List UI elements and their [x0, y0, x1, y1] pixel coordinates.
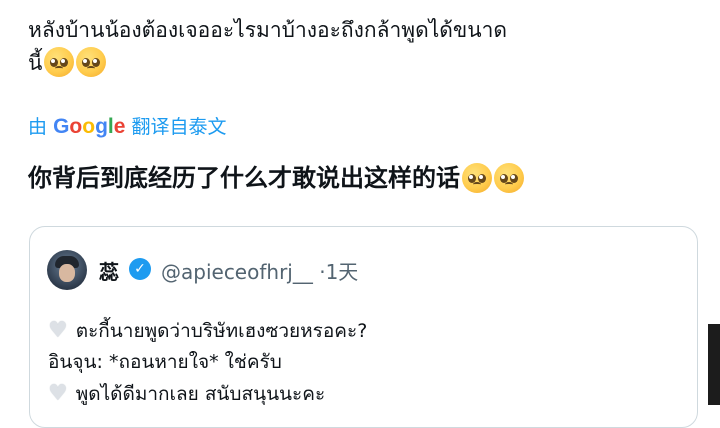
post-text: หลังบ้านน้องต้องเจออะไรมาบ้างอะถึงกล้าพู… — [28, 14, 708, 80]
pleading-face-icon — [44, 47, 75, 77]
quoted-line-text: อินจุน: *ถอนหายใจ* ใช่ครับ — [48, 351, 282, 373]
quoted-line-text: ตะกี้นายพูดว่าบริษัทเฮงซวยหรอคะ? — [75, 320, 368, 342]
quoted-line: ♥ ตะกี้นายพูดว่าบริษัทเฮงซวยหรอคะ? — [48, 315, 367, 347]
translated-by-google-link[interactable]: 由 Google 翻译自泰文 — [28, 112, 226, 139]
avatar[interactable] — [47, 250, 87, 290]
verified-badge-icon: ✓ — [129, 258, 151, 280]
quoted-post-body: ♥ ตะกี้นายพูดว่าบริษัทเฮงซวยหรอคะ? อินจุน… — [48, 315, 367, 410]
quoted-post-card[interactable]: 蕊 ✓ @apieceofhrj__ ·1天 ♥ ตะกี้นายพูดว่าบร… — [29, 226, 698, 428]
google-logo: Google — [53, 115, 126, 138]
white-heart-icon: ♥ — [48, 318, 68, 343]
quoted-author-name[interactable]: 蕊 — [99, 256, 119, 285]
quoted-line: อินจุน: *ถอนหายใจ* ใช่ครับ — [48, 347, 367, 378]
translate-prefix: 由 — [28, 116, 48, 138]
post-time[interactable]: 1天 — [326, 260, 359, 284]
quoted-author-meta: @apieceofhrj__ ·1天 — [161, 256, 358, 285]
quoted-line-text: พูดได้ดีมากเลย สนับสนุนนะคะ — [75, 383, 326, 405]
pleading-face-icon — [462, 163, 492, 193]
quoted-author-handle[interactable]: @apieceofhrj__ — [161, 260, 313, 284]
translated-text-body: 你背后到底经历了什么才敢说出这样的话 — [28, 164, 460, 192]
translated-text: 你背后到底经历了什么才敢说出这样的话 — [28, 160, 524, 196]
translate-suffix: 翻译自泰文 — [131, 116, 227, 138]
post-text-line1: หลังบ้านน้องต้องเจออะไรมาบ้างอะถึงกล้าพู… — [28, 18, 508, 42]
quoted-line: ♥ พูดได้ดีมากเลย สนับสนุนนะคะ — [48, 378, 367, 410]
white-heart-icon: ♥ — [48, 381, 68, 406]
pleading-face-icon — [76, 47, 107, 77]
scrollbar-thumb[interactable] — [708, 324, 720, 405]
pleading-face-icon — [494, 163, 524, 193]
post-text-line2: นี้ — [28, 51, 43, 75]
